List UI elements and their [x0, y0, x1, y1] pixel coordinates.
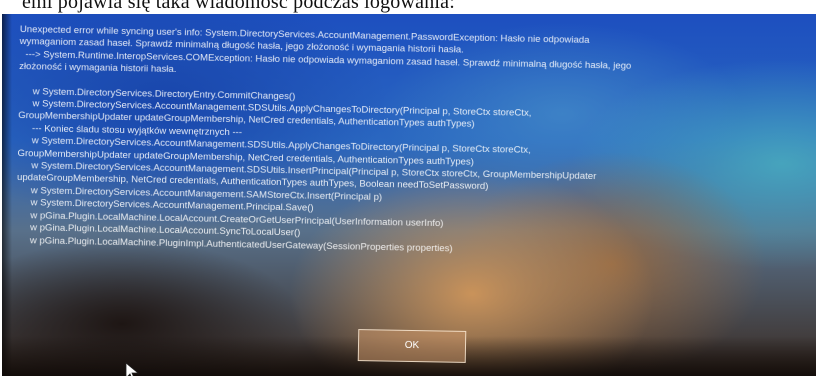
screen-edge — [2, 14, 12, 376]
caption-text: emi pojawia się taka wiadomość podczas l… — [22, 0, 456, 13]
mouse-cursor-icon — [125, 362, 139, 376]
error-message: Unexpected error while syncing user's in… — [16, 24, 810, 262]
caption-strip: emi pojawia się taka wiadomość podczas l… — [0, 0, 818, 14]
screen-photo: Unexpected error while syncing user's in… — [2, 14, 816, 376]
page: emi pojawia się taka wiadomość podczas l… — [0, 0, 818, 376]
ok-button[interactable]: OK — [357, 329, 467, 363]
